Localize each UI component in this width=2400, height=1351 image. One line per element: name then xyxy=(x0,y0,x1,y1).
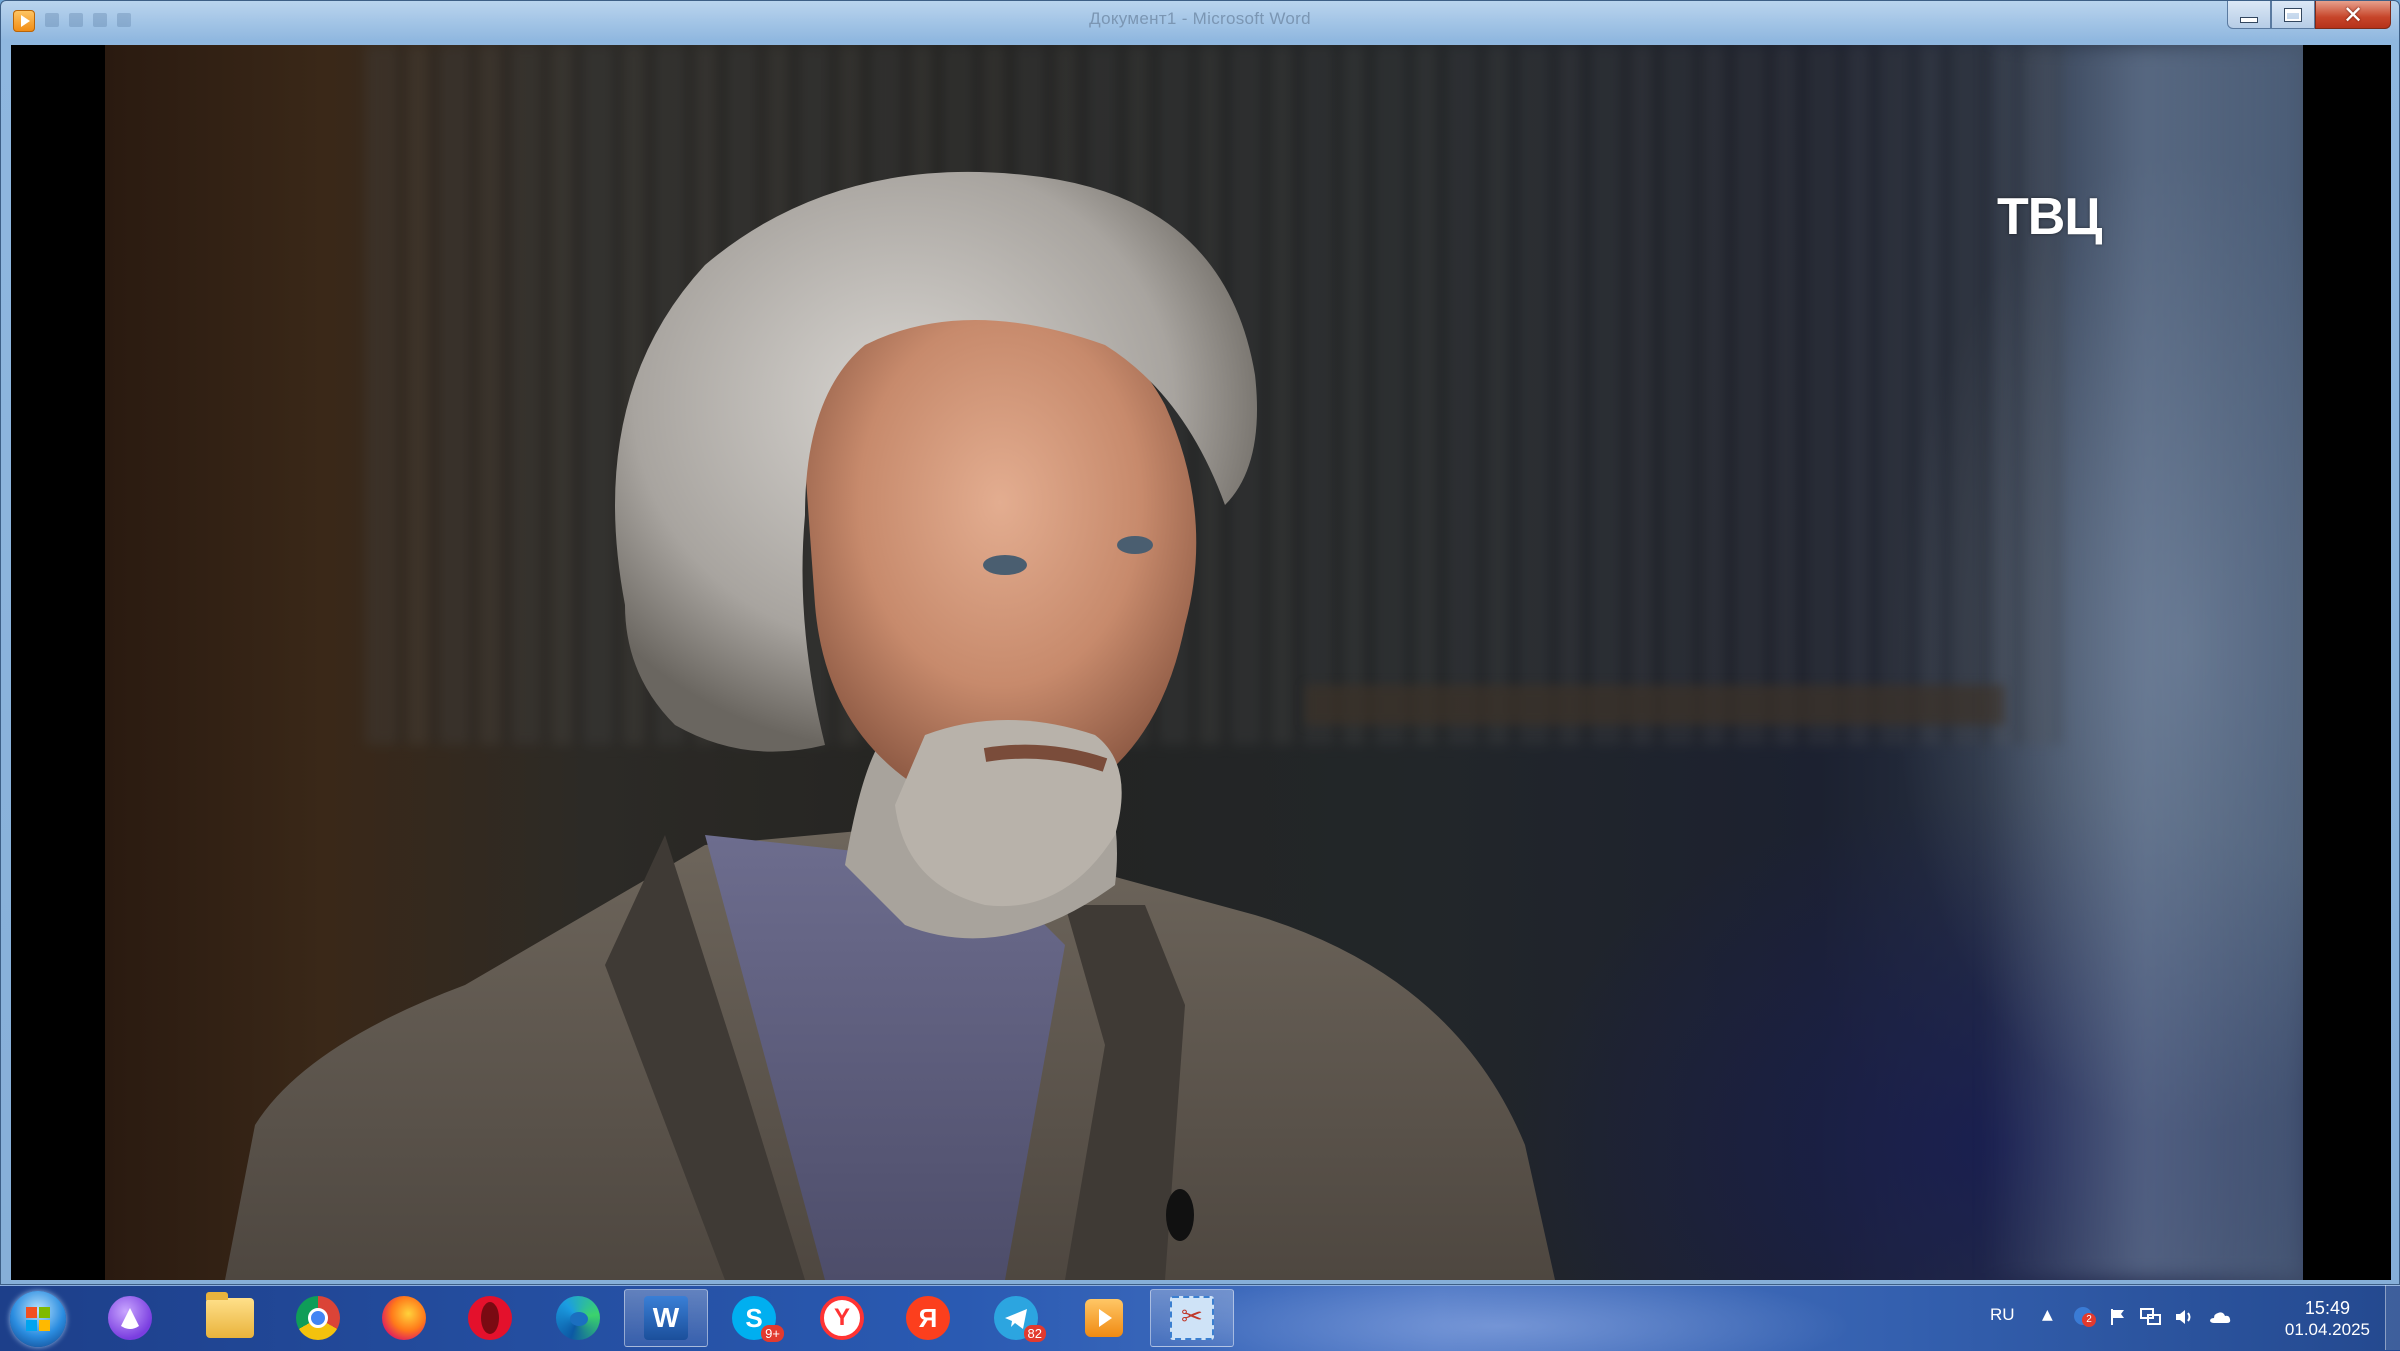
tvc-channel-logo: ТВЦ xyxy=(1997,185,2102,249)
video-frame[interactable]: ТВЦ xyxy=(105,45,2303,1280)
skype-badge: 9+ xyxy=(761,1325,784,1342)
maximize-button[interactable] xyxy=(2271,1,2315,29)
media-player-icon xyxy=(1085,1299,1123,1337)
network-icon[interactable] xyxy=(2140,1307,2161,1327)
minimize-button[interactable] xyxy=(2227,1,2271,29)
antivirus-icon[interactable]: 2 xyxy=(2074,1307,2096,1327)
skype-icon: S 9+ xyxy=(732,1296,784,1342)
edge-icon xyxy=(556,1296,600,1340)
video-viewport[interactable]: ТВЦ xyxy=(11,45,2391,1280)
language-indicator[interactable]: RU xyxy=(1990,1305,2015,1325)
taskbar-opera[interactable] xyxy=(448,1289,532,1347)
window-title: Документ1 - Microsoft Word xyxy=(1089,9,1311,28)
show-desktop-button[interactable] xyxy=(2385,1285,2400,1350)
start-button[interactable] xyxy=(10,1291,66,1347)
chrome-icon xyxy=(296,1296,340,1340)
opera-icon xyxy=(468,1296,512,1340)
taskbar-file-explorer[interactable] xyxy=(188,1289,272,1347)
firefox-icon xyxy=(382,1296,426,1340)
windows-logo-icon xyxy=(26,1307,50,1331)
title-bar[interactable]: Документ1 - Microsoft Word ✕ xyxy=(1,1,2399,41)
maximize-icon xyxy=(2284,7,2302,22)
system-tray: RU ▲ 2 15:49 01.04.2025 xyxy=(1980,1285,2400,1350)
yandex-icon: Я xyxy=(906,1296,950,1340)
taskbar-firefox[interactable] xyxy=(362,1289,446,1347)
taskbar-yandex[interactable]: Я xyxy=(886,1289,970,1347)
interviewee-figure xyxy=(225,171,1555,1280)
close-icon: ✕ xyxy=(2342,0,2364,29)
media-player-window: Документ1 - Microsoft Word ✕ ТВЦ xyxy=(0,0,2400,1285)
telegram-icon: 82 xyxy=(994,1296,1046,1342)
clock[interactable]: 15:49 01.04.2025 xyxy=(2285,1297,2370,1341)
taskbar-yandex-browser[interactable]: Y xyxy=(800,1289,884,1347)
taskbar-media-player[interactable] xyxy=(1062,1289,1146,1347)
volume-icon[interactable] xyxy=(2174,1307,2194,1327)
window-controls: ✕ xyxy=(2227,1,2391,31)
clock-time: 15:49 xyxy=(2304,1298,2350,1318)
taskbar-word[interactable]: W xyxy=(624,1289,708,1347)
file-explorer-icon xyxy=(206,1292,254,1338)
cloud-icon[interactable] xyxy=(2208,1307,2231,1327)
antivirus-badge: 2 xyxy=(2082,1313,2096,1327)
snipping-tool-icon: ✂ xyxy=(1170,1296,1214,1340)
taskbar-edge[interactable] xyxy=(536,1289,620,1347)
alice-icon xyxy=(108,1296,152,1340)
channel-logo-text: ТВЦ xyxy=(1997,188,2102,246)
close-button[interactable]: ✕ xyxy=(2315,1,2391,29)
minimize-icon xyxy=(2240,16,2258,23)
taskbar-alice[interactable] xyxy=(88,1289,172,1347)
clock-date: 01.04.2025 xyxy=(2284,1320,2370,1339)
word-icon: W xyxy=(644,1296,688,1340)
taskbar-snipping-tool[interactable]: ✂ xyxy=(1150,1289,1234,1347)
telegram-badge: 82 xyxy=(1023,1325,1046,1342)
taskbar-telegram[interactable]: 82 xyxy=(974,1289,1058,1347)
action-center-flag-icon[interactable] xyxy=(2108,1307,2128,1327)
taskbar-chrome[interactable] xyxy=(276,1289,360,1347)
taskbar-skype[interactable]: S 9+ xyxy=(712,1289,796,1347)
show-hidden-icons-arrow-icon[interactable]: ▲ xyxy=(2042,1307,2062,1327)
yandex-browser-icon: Y xyxy=(820,1296,864,1340)
